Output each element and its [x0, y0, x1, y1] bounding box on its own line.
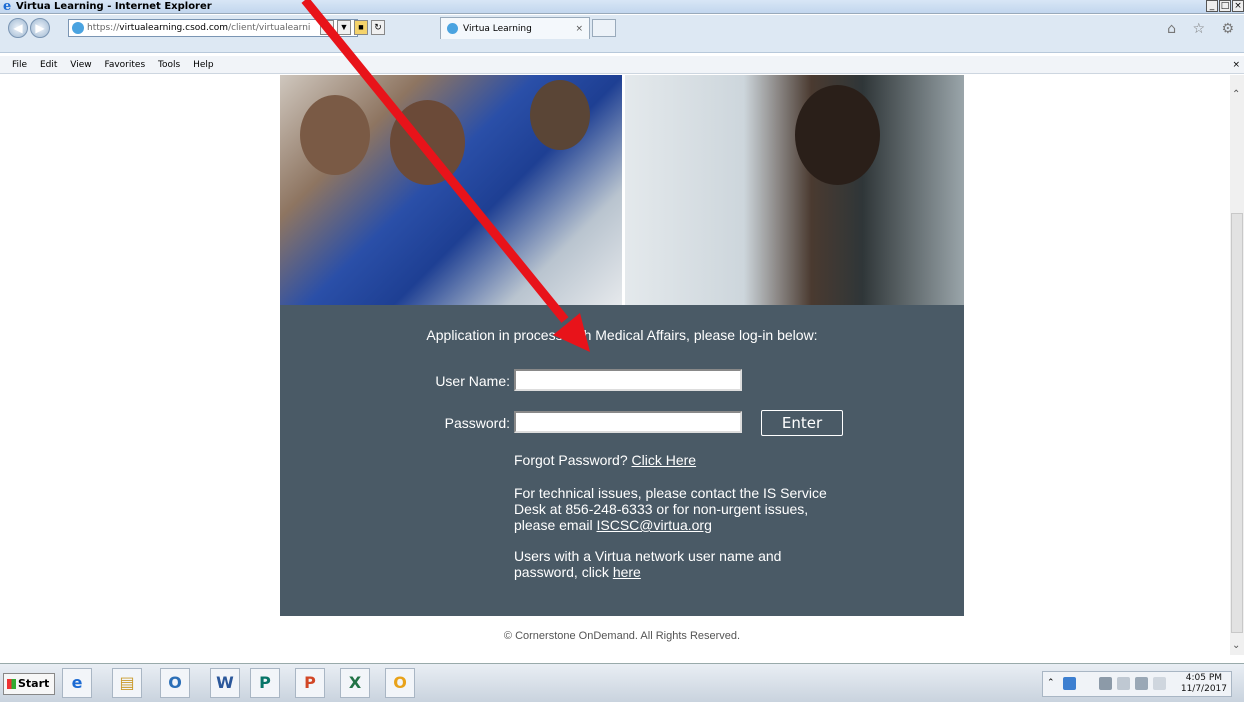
tray-network-app-icon[interactable] — [1063, 677, 1076, 690]
search-icon[interactable]: ⚲ — [320, 20, 334, 35]
scroll-down-icon[interactable]: ⌄ — [1232, 640, 1240, 651]
scroll-up-icon[interactable]: ⌃ — [1232, 89, 1240, 100]
maximize-button[interactable]: □ — [1219, 0, 1231, 12]
hero-image — [280, 75, 964, 305]
enter-button[interactable]: Enter — [761, 410, 843, 436]
site-favicon-icon — [72, 22, 84, 34]
start-button[interactable]: Start — [3, 673, 55, 695]
tab-favicon-icon — [447, 23, 458, 34]
windows-flag-icon — [7, 679, 16, 689]
menu-help[interactable]: Help — [193, 60, 214, 70]
support-email-link[interactable]: ISCSC@virtua.org — [597, 517, 712, 533]
window-controls: _ □ × — [1206, 0, 1244, 12]
network-login-text: Users with a Virtua network user name an… — [514, 548, 844, 580]
username-label: User Name: — [435, 373, 510, 389]
password-label: Password: — [444, 415, 510, 431]
lock-icon[interactable]: ■ — [354, 20, 368, 35]
back-button[interactable]: ◀ — [8, 18, 28, 38]
tab-close-icon[interactable]: × — [575, 18, 583, 40]
new-tab-button[interactable] — [592, 19, 616, 37]
network-login-link[interactable]: here — [613, 564, 641, 580]
tab-virtua-learning[interactable]: Virtua Learning × — [440, 17, 590, 39]
photo-figure — [300, 95, 370, 175]
copyright-footer: © Cornerstone OnDemand. All Rights Reser… — [503, 630, 741, 642]
outlook-icon[interactable]: O — [160, 668, 190, 698]
scrollbar-thumb[interactable] — [1231, 213, 1243, 633]
close-button[interactable]: × — [1232, 0, 1244, 12]
menu-bar: File Edit View Favorites Tools Help × — [0, 56, 1244, 74]
system-tray: ⌃ 4:05 PM 11/7/2017 — [1042, 671, 1232, 697]
publisher-icon[interactable]: P — [250, 668, 280, 698]
ie-logo-icon: e — [3, 0, 12, 14]
tech-support-text: For technical issues, please contact the… — [514, 485, 844, 533]
forgot-password-link[interactable]: Click Here — [632, 452, 697, 468]
menu-view[interactable]: View — [70, 60, 91, 70]
forward-button[interactable]: ▶ — [30, 18, 50, 38]
network-login-message: Users with a Virtua network user name an… — [514, 548, 782, 580]
medical-staff-photo — [280, 75, 622, 305]
vertical-scrollbar[interactable]: ⌃ ⌄ — [1230, 75, 1244, 655]
taskbar: Start e ▤ O W P P X O ⌃ 4:05 PM 11/7/201… — [0, 663, 1244, 702]
menu-edit[interactable]: Edit — [40, 60, 57, 70]
powerpoint-icon[interactable]: P — [295, 668, 325, 698]
tray-expand-icon[interactable]: ⌃ — [1047, 678, 1055, 688]
tray-volume-icon[interactable] — [1153, 677, 1166, 690]
address-bar-buttons: ⚲ ▼ ■ ↻ — [320, 20, 385, 35]
word-icon[interactable]: W — [210, 668, 240, 698]
photo-figure — [390, 100, 465, 185]
login-intro: Application in process with Medical Affa… — [426, 327, 818, 343]
tray-flag-icon[interactable] — [1099, 677, 1112, 690]
dropdown-icon[interactable]: ▼ — [337, 20, 351, 35]
clock-date: 11/7/2017 — [1180, 684, 1227, 694]
tray-battery-icon[interactable] — [1117, 677, 1130, 690]
excel-icon[interactable]: X — [340, 668, 370, 698]
minimize-button[interactable]: _ — [1206, 0, 1218, 12]
tab-title: Virtua Learning — [463, 24, 532, 34]
photo-figure — [795, 85, 880, 185]
clock-time: 4:05 PM — [1185, 673, 1223, 683]
url-protocol: https:// — [87, 23, 120, 33]
outlook-calendar-icon[interactable]: O — [385, 668, 415, 698]
forgot-password-text: Forgot Password? Click Here — [514, 452, 844, 468]
photo-figure — [530, 80, 590, 150]
menu-tools[interactable]: Tools — [158, 60, 180, 70]
login-panel: Application in process with Medical Affa… — [280, 305, 964, 616]
menubar-close-icon[interactable]: × — [1232, 56, 1240, 74]
folder-icon[interactable]: ▤ — [112, 668, 142, 698]
menu-file[interactable]: File — [12, 60, 27, 70]
window-title: Virtua Learning - Internet Explorer — [16, 1, 212, 12]
address-bar[interactable]: https://virtualearning.csod.com/client/v… — [68, 19, 358, 37]
ie-icon[interactable]: e — [62, 668, 92, 698]
forgot-password-prefix: Forgot Password? — [514, 452, 628, 468]
refresh-icon[interactable]: ↻ — [371, 20, 385, 35]
menu-favorites[interactable]: Favorites — [104, 60, 145, 70]
man-at-laptop-photo — [625, 75, 964, 305]
home-favorites-tools-icons[interactable]: ⌂ ☆ ⚙ — [1167, 21, 1240, 37]
page-content: Application in process with Medical Affa… — [0, 75, 1230, 655]
tray-clock[interactable]: 4:05 PM 11/7/2017 — [1181, 673, 1227, 695]
tray-network-icon[interactable] — [1135, 677, 1148, 690]
start-label: Start — [18, 677, 50, 690]
browser-toolbar: ◀ ▶ https://virtualearning.csod.com/clie… — [0, 15, 1244, 53]
username-field[interactable] — [514, 369, 742, 391]
window-titlebar[interactable]: e Virtua Learning - Internet Explorer _ … — [0, 0, 1244, 14]
password-field[interactable] — [514, 411, 742, 433]
url-path: /client/virtualearni — [228, 23, 311, 33]
url-host: virtualearning.csod.com — [119, 23, 229, 33]
